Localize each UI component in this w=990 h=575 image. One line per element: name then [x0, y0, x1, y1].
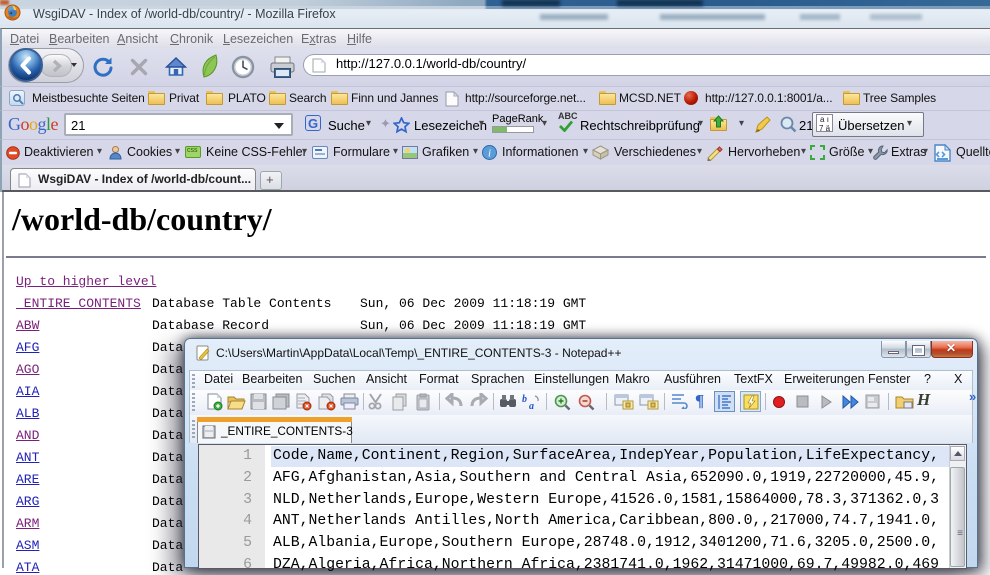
svg-text:a: a — [529, 401, 534, 410]
svg-text:i: i — [488, 148, 491, 160]
svg-text:b: b — [522, 394, 527, 405]
